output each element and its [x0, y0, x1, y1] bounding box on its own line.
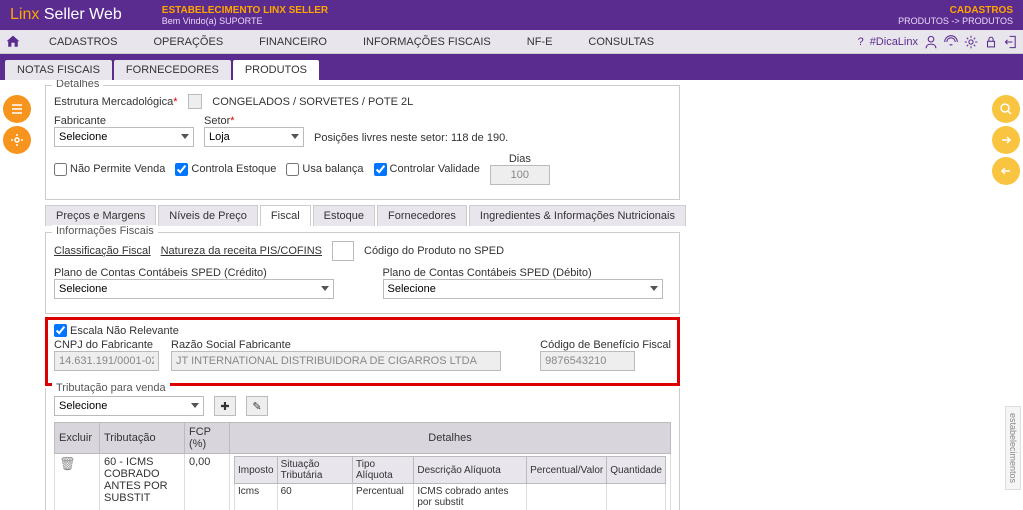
estrutura-button[interactable] — [188, 94, 203, 109]
side-list-icon[interactable] — [3, 95, 31, 123]
fiscal-legend: Informações Fiscais — [52, 225, 158, 237]
cell-fcp: 0,00 — [185, 454, 230, 510]
tab-produtos[interactable]: PRODUTOS — [233, 60, 319, 80]
chk-usabalanca[interactable]: Usa balança — [286, 163, 363, 176]
product-subtabs: Preços e Margens Níveis de Preço Fiscal … — [45, 205, 978, 226]
breadcrumb-block: CADASTROS PRODUTOS -> PRODUTOS — [898, 5, 1013, 26]
subtab-fornecedores[interactable]: Fornecedores — [377, 205, 467, 226]
page-tabs: NOTAS FISCAIS FORNECEDORES PRODUTOS — [0, 54, 1023, 80]
subtab-estoque[interactable]: Estoque — [313, 205, 375, 226]
lock-icon[interactable] — [984, 35, 998, 49]
tributacao-table: Excluir Tributação FCP (%) Detalhes 🗑 60… — [54, 422, 671, 510]
tributacao-select[interactable]: Selecione — [54, 396, 204, 416]
th-fcp: FCP (%) — [185, 423, 230, 454]
establishment-title: ESTABELECIMENTO LINX SELLER — [162, 5, 328, 16]
highlighted-section: Escala Não Relevante CNPJ do Fabricante … — [45, 317, 680, 386]
edit-button[interactable]: ✎ — [246, 396, 268, 416]
natureza-input[interactable] — [332, 241, 354, 261]
estabelecimentos-tab[interactable]: estabelecimentos — [1005, 406, 1021, 490]
fabricante-label: Fabricante — [54, 115, 194, 127]
estrutura-value: CONGELADOS / SORVETES / POTE 2L — [212, 96, 413, 108]
breadcrumb: PRODUTOS -> PRODUTOS — [898, 16, 1013, 26]
chk-escala[interactable]: Escala Não Relevante — [54, 324, 671, 337]
delete-icon[interactable]: 🗑 — [59, 456, 76, 471]
dias-input[interactable] — [490, 165, 550, 185]
subtab-precos[interactable]: Preços e Margens — [45, 205, 156, 226]
chk-controlaestoque[interactable]: Controla Estoque — [175, 163, 276, 176]
tab-notas[interactable]: NOTAS FISCAIS — [5, 60, 112, 80]
side-back-icon[interactable] — [992, 157, 1020, 185]
menu-nfe[interactable]: NF-E — [509, 30, 571, 54]
section-title: CADASTROS — [898, 5, 1013, 16]
detalhes-fieldset: Detalhes Estrutura Mercadológica* CONGEL… — [45, 85, 680, 200]
planodeb-select[interactable]: Selecione — [383, 279, 663, 299]
menu-infofiscais[interactable]: INFORMAÇÕES FISCAIS — [345, 30, 509, 54]
tab-fornecedores[interactable]: FORNECEDORES — [114, 60, 231, 80]
exit-icon[interactable] — [1004, 35, 1018, 49]
setor-select[interactable]: Loja — [204, 127, 304, 147]
subtab-ingredientes[interactable]: Ingredientes & Informações Nutricionais — [469, 205, 686, 226]
menu-operacoes[interactable]: OPERAÇÕES — [135, 30, 241, 54]
chk-naopermite[interactable]: Não Permite Venda — [54, 163, 165, 176]
app-header: Linx Seller Web ESTABELECIMENTO LINX SEL… — [0, 0, 1023, 30]
planocred-label: Plano de Contas Contábeis SPED (Crédito) — [54, 267, 343, 279]
menu-consultas[interactable]: CONSULTAS — [570, 30, 672, 54]
side-forward-icon[interactable] — [992, 126, 1020, 154]
benef-input[interactable] — [540, 351, 635, 371]
home-icon[interactable] — [5, 34, 21, 50]
menu-cadastros[interactable]: CADASTROS — [31, 30, 135, 54]
posicoes-text: Posições livres neste setor: 118 de 190. — [314, 132, 508, 144]
cell-tributacao: 60 - ICMS COBRADO ANTES POR SUBSTIT — [100, 454, 185, 510]
cnpj-label: CNPJ do Fabricante — [54, 339, 159, 351]
tributacao-legend: Tributação para venda — [52, 382, 170, 394]
fiscal-fieldset: Informações Fiscais Classificação Fiscal… — [45, 232, 680, 314]
sped-label: Código do Produto no SPED — [364, 245, 504, 257]
detalhes-legend: Detalhes — [52, 80, 103, 90]
main-menu: CADASTROS OPERAÇÕES FINANCEIRO INFORMAÇÕ… — [0, 30, 1023, 54]
planocred-select[interactable]: Selecione — [54, 279, 334, 299]
menu-financeiro[interactable]: FINANCEIRO — [241, 30, 345, 54]
logo: Linx Seller Web — [10, 6, 122, 24]
razao-label: Razão Social Fabricante — [171, 339, 528, 351]
razao-input[interactable] — [171, 351, 501, 371]
welcome-text: Bem Vindo(a) SUPORTE — [162, 16, 328, 26]
table-row: 🗑 60 - ICMS COBRADO ANTES POR SUBSTIT 0,… — [55, 454, 671, 510]
subtab-niveis[interactable]: Níveis de Preço — [158, 205, 258, 226]
tributacao-fieldset: Tributação para venda Selecione ✚ ✎ Excl… — [45, 388, 680, 510]
cnpj-input[interactable] — [54, 351, 159, 371]
establishment-block: ESTABELECIMENTO LINX SELLER Bem Vindo(a)… — [162, 5, 328, 26]
th-detalhes: Detalhes — [230, 423, 671, 454]
chk-controlarvalidade[interactable]: Controlar Validade — [374, 163, 480, 176]
fabricante-select[interactable]: Selecione — [54, 127, 194, 147]
th-excluir: Excluir — [55, 423, 100, 454]
gear-icon[interactable] — [964, 35, 978, 49]
add-button[interactable]: ✚ — [214, 396, 236, 416]
th-tributacao: Tributação — [100, 423, 185, 454]
planodeb-label: Plano de Contas Contábeis SPED (Débito) — [383, 267, 672, 279]
estrutura-label: Estrutura Mercadológica* — [54, 96, 178, 108]
dicalinx-link[interactable]: #DicaLinx — [870, 36, 918, 48]
benef-label: Código de Benefício Fiscal — [540, 339, 671, 351]
user-icon[interactable] — [924, 35, 938, 49]
setor-label: Setor* — [204, 115, 304, 127]
side-search-icon[interactable] — [992, 95, 1020, 123]
signal-icon[interactable] — [944, 35, 958, 49]
help-icon[interactable]: ? — [858, 36, 864, 48]
classfiscal-link[interactable]: Classificação Fiscal — [54, 245, 151, 257]
side-gear-icon[interactable] — [3, 126, 31, 154]
subtab-fiscal[interactable]: Fiscal — [260, 205, 311, 226]
natureza-link[interactable]: Natureza da receita PIS/COFINS — [161, 245, 322, 257]
dias-label: Dias — [490, 153, 550, 165]
